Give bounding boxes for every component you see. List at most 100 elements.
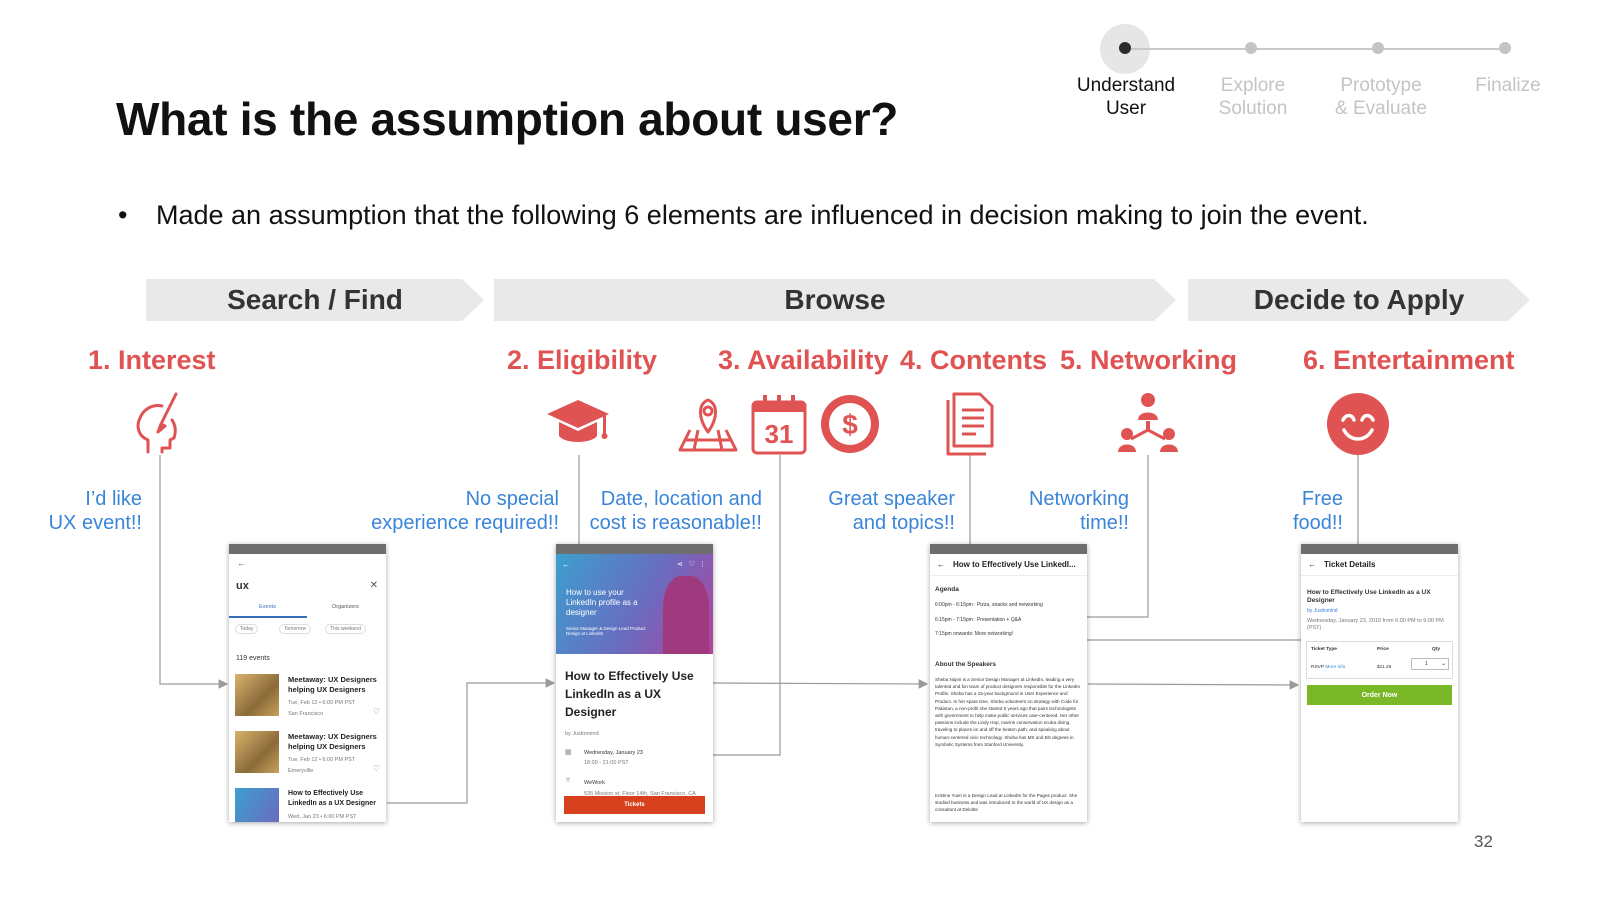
smiley-face-icon: [1326, 392, 1390, 461]
step-dot-explore[interactable]: [1245, 42, 1257, 54]
event-hero-image: How to use your LinkedIn profile as a de…: [556, 554, 713, 654]
col-ticket-type: Ticket Type: [1311, 647, 1337, 652]
ticket-organizer[interactable]: by Justinmind: [1307, 607, 1338, 616]
event-date: Tue, Feb 12 • 6:00 PM PST: [288, 700, 356, 706]
event-venue: WeWork: [584, 780, 605, 786]
bullet-content: Made an assumption that the following 6 …: [156, 200, 1369, 230]
event-title[interactable]: Meetaway: UX Designers helping UX Design…: [288, 732, 380, 752]
filter-today[interactable]: Today: [235, 624, 259, 634]
order-now-button[interactable]: Order Now: [1307, 685, 1452, 705]
filter-weekend[interactable]: This weekend: [325, 624, 366, 634]
ticket-table: Ticket Type Price Qty RSVP More info $11…: [1306, 641, 1453, 679]
bullet-dot: •: [118, 200, 128, 230]
note-networking: Networking time!!: [1028, 488, 1129, 534]
event-time: 18:00 - 21:00 PST: [584, 760, 629, 766]
result-count: 119 events: [236, 655, 270, 662]
network-people-icon: [1117, 392, 1179, 461]
note-availability: Date, location and cost is reasonable!!: [589, 488, 762, 534]
more-icon[interactable]: ⋮: [699, 560, 706, 568]
ticket-header: ← Ticket Details: [1301, 554, 1458, 576]
element-label-eligibility: 2. Eligibility: [507, 345, 658, 375]
dollar-coin-icon: $: [818, 392, 882, 461]
back-arrow-icon[interactable]: ←: [937, 560, 945, 569]
back-arrow-icon[interactable]: ←: [562, 560, 570, 569]
event-thumbnail[interactable]: [235, 731, 279, 773]
status-bar: [930, 544, 1087, 554]
step-label-finalize[interactable]: Finalize: [1443, 74, 1573, 97]
col-qty: Qty: [1432, 647, 1440, 652]
ticket-type: RSVP More info: [1311, 665, 1346, 670]
agenda-item: 7:15pm onwards: More networking!: [935, 631, 1014, 637]
screenshot-event-page: How to use your LinkedIn profile as a de…: [556, 544, 713, 822]
speaker-bio: Sheba Najmi is a Senior Design Manager a…: [935, 677, 1081, 747]
svg-text:$: $: [842, 409, 858, 440]
agenda-item: 6:15pm - 7:15pm : Presentation + Q&A: [935, 617, 1022, 623]
qty-select[interactable]: 1 ⌄: [1411, 658, 1449, 670]
map-location-icon: [676, 396, 740, 459]
status-bar: [556, 544, 713, 554]
back-arrow-icon[interactable]: ←: [1308, 560, 1316, 569]
calendar-day: 31: [765, 419, 794, 449]
step-label-explore[interactable]: Explore Solution: [1188, 74, 1318, 120]
screenshot-search-results: ← ux ✕ Events Organizers Today Tomorrow …: [229, 544, 386, 822]
step-label-prototype[interactable]: Prototype & Evaluate: [1316, 74, 1446, 120]
note-eligibility: No special experience required!!: [371, 488, 559, 534]
graduation-cap-icon: [545, 398, 611, 453]
event-date: Tue, Feb 12 • 6:00 PM PST: [288, 757, 356, 763]
event-date: Wednesday, January 23: [584, 750, 643, 756]
details-header: ← How to Effectively Use LinkedI...: [930, 554, 1087, 576]
share-icon[interactable]: ⋖: [677, 560, 683, 568]
tab-indicator: [229, 616, 307, 618]
back-arrow-icon[interactable]: ←: [237, 558, 246, 568]
hero-text: How to use your LinkedIn profile as a de…: [566, 588, 638, 617]
event-title[interactable]: Meetaway: UX Designers helping UX Design…: [288, 675, 380, 695]
phase-browse: Browse: [494, 279, 1176, 321]
step-dot-prototype[interactable]: [1372, 42, 1384, 54]
element-label-networking: 5. Networking: [1060, 345, 1238, 375]
speaker-bio: Kristine Yuen is a Design Lead at Linked…: [935, 793, 1078, 813]
filter-tomorrow[interactable]: Tomorrow: [279, 624, 311, 634]
speaker-photo: [663, 576, 709, 654]
step-dot-understand[interactable]: [1119, 42, 1131, 54]
step-label-understand[interactable]: Understand User: [1061, 74, 1191, 120]
tab-organizers[interactable]: Organizers: [332, 604, 359, 610]
event-thumbnail[interactable]: [235, 788, 279, 822]
hero-subtext: Senior Manager & Design Lead Product Des…: [566, 626, 646, 636]
document-icon: [944, 392, 998, 461]
element-label-availability: 3. Availability: [718, 345, 889, 375]
page-number: 32: [1474, 832, 1493, 851]
slide-title: What is the assumption about user?: [116, 93, 899, 145]
element-label-entertainment: 6. Entertainment: [1303, 345, 1515, 375]
event-title[interactable]: How to Effectively Use LinkedIn as a UX …: [288, 789, 384, 809]
note-interest: I’d like UX event!!: [48, 488, 142, 534]
heart-icon[interactable]: ♡: [689, 560, 695, 568]
ticket-event-title: How to Effectively Use LinkedIn as a UX …: [1307, 589, 1431, 604]
search-query[interactable]: ux: [236, 580, 249, 592]
heart-icon[interactable]: ♡: [373, 764, 380, 773]
col-price: Price: [1377, 647, 1389, 652]
status-bar: [1301, 544, 1458, 554]
ticket-price: $11.26: [1377, 665, 1392, 670]
close-icon[interactable]: ✕: [370, 580, 378, 591]
phase-decide-to-apply: Decide to Apply: [1188, 279, 1530, 321]
event-thumbnail[interactable]: [235, 674, 279, 716]
head-idea-icon: [134, 392, 186, 461]
event-place: San Francisco: [288, 711, 324, 717]
event-organizer[interactable]: by Justinmind: [565, 730, 599, 739]
event-place: Emeryville: [288, 768, 314, 774]
agenda-item: 6:00pm - 6:15pm : Pizza, snacks and netw…: [935, 602, 1043, 608]
bullet-text: • Made an assumption that the following 6…: [118, 200, 1369, 231]
element-label-contents: 4. Contents: [900, 345, 1048, 375]
note-entertainment: Free food!!: [1292, 488, 1343, 534]
tickets-button[interactable]: Tickets: [564, 796, 705, 814]
calendar-icon: 31: [750, 392, 808, 461]
step-dot-finalize[interactable]: [1499, 42, 1511, 54]
location-pin-icon: ⌾: [566, 777, 571, 784]
tab-events[interactable]: Events: [259, 604, 276, 610]
chevron-down-icon: ⌄: [1440, 661, 1446, 667]
heart-icon[interactable]: ♡: [373, 707, 380, 716]
event-title: How to Effectively Use LinkedIn as a UX …: [565, 669, 694, 719]
phase-search-find: Search / Find: [146, 279, 484, 321]
speakers-title: About the Speakers: [935, 661, 997, 668]
event-date: Wed, Jan 23 • 6:00 PM PST: [288, 814, 357, 820]
